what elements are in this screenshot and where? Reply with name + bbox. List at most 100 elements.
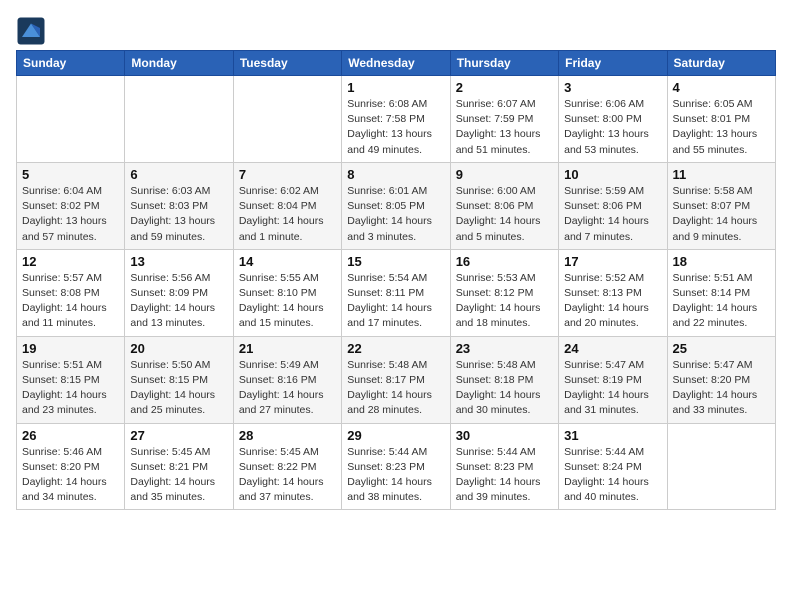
day-number: 13 (130, 254, 227, 269)
day-cell: 11 Sunrise: 5:58 AM Sunset: 8:07 PM Dayli… (667, 162, 775, 249)
day-cell: 19Sunrise: 5:51 AM Sunset: 8:15 PM Dayli… (17, 336, 125, 423)
day-info: Sunrise: 6:00 AM Sunset: 8:06 PM Dayligh… (456, 184, 553, 245)
day-cell: 29 Sunrise: 5:44 AM Sunset: 8:23 PM Dayli… (342, 423, 450, 510)
day-info: Sunrise: 5:48 AM Sunset: 8:17 PM Dayligh… (347, 358, 444, 419)
day-number: 14 (239, 254, 336, 269)
day-cell: 27Sunrise: 5:45 AM Sunset: 8:21 PM Dayli… (125, 423, 233, 510)
day-cell (125, 76, 233, 163)
day-number: 25 (673, 341, 770, 356)
day-cell: 23 Sunrise: 5:48 AM Sunset: 8:18 PM Dayli… (450, 336, 558, 423)
day-info: Sunrise: 5:44 AM Sunset: 8:23 PM Dayligh… (456, 445, 553, 506)
day-number: 31 (564, 428, 661, 443)
day-number: 28 (239, 428, 336, 443)
day-cell: 31 Sunrise: 5:44 AM Sunset: 8:24 PM Dayli… (559, 423, 667, 510)
day-number: 24 (564, 341, 661, 356)
day-number: 5 (22, 167, 119, 182)
day-number: 21 (239, 341, 336, 356)
week-row-5: 26 Sunrise: 5:46 AM Sunset: 8:20 PM Dayli… (17, 423, 776, 510)
day-info: Sunrise: 6:07 AM Sunset: 7:59 PM Dayligh… (456, 97, 553, 158)
day-cell: 4Sunrise: 6:05 AM Sunset: 8:01 PM Daylig… (667, 76, 775, 163)
day-info: Sunrise: 5:50 AM Sunset: 8:15 PM Dayligh… (130, 358, 227, 419)
weekday-header-row: SundayMondayTuesdayWednesdayThursdayFrid… (17, 51, 776, 76)
day-cell: 21 Sunrise: 5:49 AM Sunset: 8:16 PM Dayli… (233, 336, 341, 423)
calendar: SundayMondayTuesdayWednesdayThursdayFrid… (16, 50, 776, 510)
day-info: Sunrise: 5:51 AM Sunset: 8:15 PM Dayligh… (22, 358, 119, 419)
day-cell: 8Sunrise: 6:01 AM Sunset: 8:05 PM Daylig… (342, 162, 450, 249)
day-info: Sunrise: 6:05 AM Sunset: 8:01 PM Dayligh… (673, 97, 770, 158)
day-cell: 13 Sunrise: 5:56 AM Sunset: 8:09 PM Dayli… (125, 249, 233, 336)
logo-icon (16, 16, 46, 46)
weekday-header-wednesday: Wednesday (342, 51, 450, 76)
day-cell: 25 Sunrise: 5:47 AM Sunset: 8:20 PM Dayli… (667, 336, 775, 423)
day-info: Sunrise: 5:51 AM Sunset: 8:14 PM Dayligh… (673, 271, 770, 332)
weekday-header-saturday: Saturday (667, 51, 775, 76)
weekday-header-tuesday: Tuesday (233, 51, 341, 76)
day-info: Sunrise: 6:03 AM Sunset: 8:03 PM Dayligh… (130, 184, 227, 245)
day-cell: 10Sunrise: 5:59 AM Sunset: 8:06 PM Dayli… (559, 162, 667, 249)
day-cell: 7 Sunrise: 6:02 AM Sunset: 8:04 PM Daylig… (233, 162, 341, 249)
day-cell: 30 Sunrise: 5:44 AM Sunset: 8:23 PM Dayli… (450, 423, 558, 510)
logo (16, 16, 50, 46)
day-cell: 28Sunrise: 5:45 AM Sunset: 8:22 PM Dayli… (233, 423, 341, 510)
day-number: 26 (22, 428, 119, 443)
day-number: 15 (347, 254, 444, 269)
day-info: Sunrise: 5:47 AM Sunset: 8:19 PM Dayligh… (564, 358, 661, 419)
day-info: Sunrise: 5:45 AM Sunset: 8:21 PM Dayligh… (130, 445, 227, 506)
day-info: Sunrise: 6:08 AM Sunset: 7:58 PM Dayligh… (347, 97, 444, 158)
day-cell (667, 423, 775, 510)
day-number: 22 (347, 341, 444, 356)
day-number: 6 (130, 167, 227, 182)
day-cell: 16 Sunrise: 5:53 AM Sunset: 8:12 PM Dayli… (450, 249, 558, 336)
day-cell: 24 Sunrise: 5:47 AM Sunset: 8:19 PM Dayli… (559, 336, 667, 423)
day-cell (233, 76, 341, 163)
day-number: 2 (456, 80, 553, 95)
day-number: 7 (239, 167, 336, 182)
day-info: Sunrise: 5:52 AM Sunset: 8:13 PM Dayligh… (564, 271, 661, 332)
day-cell: 3 Sunrise: 6:06 AM Sunset: 8:00 PM Daylig… (559, 76, 667, 163)
day-cell: 9 Sunrise: 6:00 AM Sunset: 8:06 PM Daylig… (450, 162, 558, 249)
day-info: Sunrise: 5:56 AM Sunset: 8:09 PM Dayligh… (130, 271, 227, 332)
day-info: Sunrise: 5:48 AM Sunset: 8:18 PM Dayligh… (456, 358, 553, 419)
day-number: 10 (564, 167, 661, 182)
day-cell: 26 Sunrise: 5:46 AM Sunset: 8:20 PM Dayli… (17, 423, 125, 510)
day-info: Sunrise: 5:44 AM Sunset: 8:23 PM Dayligh… (347, 445, 444, 506)
day-cell: 22 Sunrise: 5:48 AM Sunset: 8:17 PM Dayli… (342, 336, 450, 423)
day-number: 9 (456, 167, 553, 182)
day-cell: 12 Sunrise: 5:57 AM Sunset: 8:08 PM Dayli… (17, 249, 125, 336)
day-number: 3 (564, 80, 661, 95)
day-info: Sunrise: 5:58 AM Sunset: 8:07 PM Dayligh… (673, 184, 770, 245)
week-row-3: 12 Sunrise: 5:57 AM Sunset: 8:08 PM Dayli… (17, 249, 776, 336)
day-info: Sunrise: 5:53 AM Sunset: 8:12 PM Dayligh… (456, 271, 553, 332)
day-cell: 17Sunrise: 5:52 AM Sunset: 8:13 PM Dayli… (559, 249, 667, 336)
day-cell: 1Sunrise: 6:08 AM Sunset: 7:58 PM Daylig… (342, 76, 450, 163)
page-header (16, 16, 776, 46)
day-info: Sunrise: 5:47 AM Sunset: 8:20 PM Dayligh… (673, 358, 770, 419)
day-info: Sunrise: 6:02 AM Sunset: 8:04 PM Dayligh… (239, 184, 336, 245)
week-row-4: 19Sunrise: 5:51 AM Sunset: 8:15 PM Dayli… (17, 336, 776, 423)
day-cell: 18 Sunrise: 5:51 AM Sunset: 8:14 PM Dayli… (667, 249, 775, 336)
day-number: 23 (456, 341, 553, 356)
day-cell: 20 Sunrise: 5:50 AM Sunset: 8:15 PM Dayli… (125, 336, 233, 423)
week-row-2: 5 Sunrise: 6:04 AM Sunset: 8:02 PM Daylig… (17, 162, 776, 249)
day-cell: 5 Sunrise: 6:04 AM Sunset: 8:02 PM Daylig… (17, 162, 125, 249)
day-number: 16 (456, 254, 553, 269)
day-info: Sunrise: 6:06 AM Sunset: 8:00 PM Dayligh… (564, 97, 661, 158)
day-info: Sunrise: 5:57 AM Sunset: 8:08 PM Dayligh… (22, 271, 119, 332)
day-cell: 2 Sunrise: 6:07 AM Sunset: 7:59 PM Daylig… (450, 76, 558, 163)
day-number: 30 (456, 428, 553, 443)
day-info: Sunrise: 5:55 AM Sunset: 8:10 PM Dayligh… (239, 271, 336, 332)
day-info: Sunrise: 5:46 AM Sunset: 8:20 PM Dayligh… (22, 445, 119, 506)
day-number: 11 (673, 167, 770, 182)
day-number: 12 (22, 254, 119, 269)
weekday-header-monday: Monday (125, 51, 233, 76)
week-row-1: 1Sunrise: 6:08 AM Sunset: 7:58 PM Daylig… (17, 76, 776, 163)
day-info: Sunrise: 6:04 AM Sunset: 8:02 PM Dayligh… (22, 184, 119, 245)
weekday-header-sunday: Sunday (17, 51, 125, 76)
day-number: 18 (673, 254, 770, 269)
day-info: Sunrise: 5:49 AM Sunset: 8:16 PM Dayligh… (239, 358, 336, 419)
weekday-header-friday: Friday (559, 51, 667, 76)
day-number: 29 (347, 428, 444, 443)
day-number: 8 (347, 167, 444, 182)
day-info: Sunrise: 5:44 AM Sunset: 8:24 PM Dayligh… (564, 445, 661, 506)
day-number: 20 (130, 341, 227, 356)
